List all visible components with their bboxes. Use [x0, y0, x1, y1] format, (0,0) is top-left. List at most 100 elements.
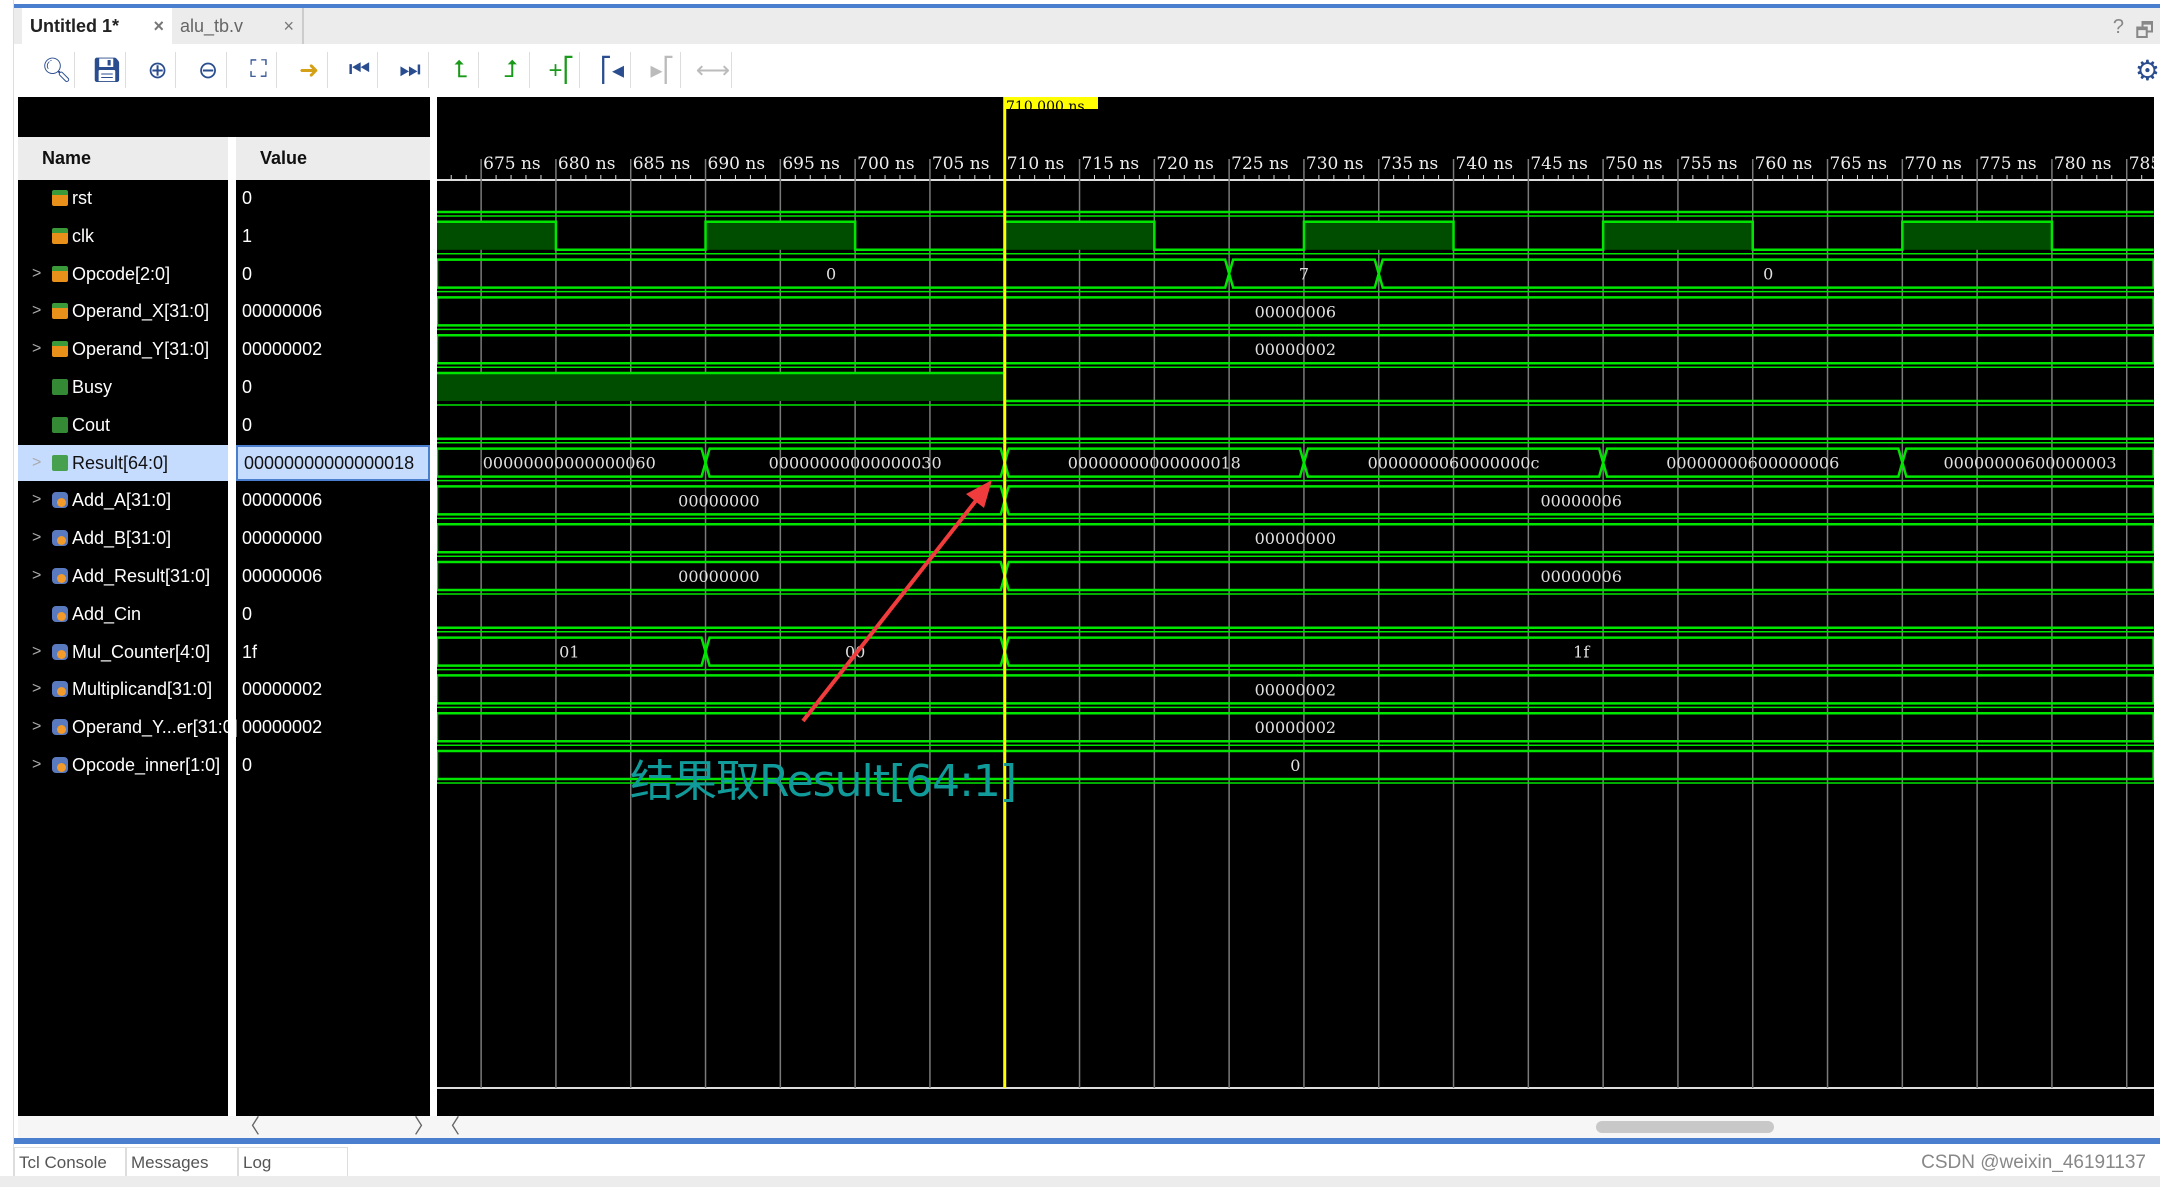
- tab-label: Untitled 1*: [30, 16, 120, 36]
- add-marker-icon[interactable]: +⎡: [544, 52, 580, 88]
- tab-tcl-console[interactable]: Tcl Console: [14, 1147, 126, 1179]
- bus-value: 00000000000000018: [1068, 454, 1241, 473]
- gear-icon[interactable]: ⚙: [2135, 54, 2160, 87]
- zoom-fit-icon[interactable]: ⛶: [241, 52, 277, 88]
- previous-transition-icon[interactable]: ⮤: [443, 52, 479, 88]
- expand-chevron-icon[interactable]: >: [32, 747, 41, 783]
- expand-chevron-icon[interactable]: >: [32, 671, 41, 707]
- expand-chevron-icon[interactable]: >: [32, 558, 41, 594]
- expand-chevron-icon[interactable]: >: [32, 445, 41, 481]
- signal-value[interactable]: 00000006: [236, 482, 430, 518]
- signal-value[interactable]: 0: [236, 256, 430, 292]
- high-fill: [705, 221, 856, 250]
- expand-chevron-icon[interactable]: >: [32, 482, 41, 518]
- output-port-icon: [52, 379, 68, 395]
- pane-divider[interactable]: [430, 97, 437, 1147]
- signal-name-row[interactable]: rst: [18, 180, 228, 216]
- signal-name-row[interactable]: Add_Cin: [18, 596, 228, 632]
- expand-chevron-icon[interactable]: >: [32, 331, 41, 367]
- tick-label: 725 ns: [1231, 154, 1289, 174]
- signal-value[interactable]: 1f: [236, 634, 430, 670]
- signal-value[interactable]: 00000006: [236, 293, 430, 329]
- signal-value[interactable]: 1: [236, 218, 430, 254]
- horizontal-scrollbar[interactable]: 〈 〉 〈: [18, 1116, 2160, 1138]
- toolbar: 🔍︎ 💾︎ ⊕ ⊖ ⛶ ➜ ⏮ ⏭ ⮤ ⮥ +⎡ ⎡◂ ▸⎡ ⟷ ⚙: [14, 44, 2160, 96]
- signal-value[interactable]: 0: [236, 747, 430, 783]
- signal-value[interactable]: 00000000000000018: [236, 444, 430, 481]
- go-to-start-icon[interactable]: ⏮: [342, 52, 378, 88]
- signal-name-row[interactable]: > Result[64:0]: [18, 444, 228, 481]
- tick-label: 770 ns: [1904, 154, 1962, 174]
- watermark: CSDN @weixin_46191137: [1921, 1152, 2146, 1173]
- search-icon[interactable]: 🔍︎: [39, 52, 75, 88]
- signal-name-row[interactable]: > Add_B[31:0]: [18, 520, 228, 556]
- close-icon[interactable]: ×: [283, 8, 294, 44]
- value-column-header[interactable]: Value: [236, 137, 430, 180]
- signal-value[interactable]: 00000002: [236, 331, 430, 367]
- signal-name: Operand_Y...er[31:0]: [72, 717, 238, 738]
- next-transition-icon[interactable]: ⮥: [494, 52, 530, 88]
- tab-log[interactable]: Log: [238, 1147, 348, 1179]
- signal-name-row[interactable]: > Operand_Y...er[31:0]: [18, 709, 238, 745]
- signal-name-row[interactable]: > Opcode[2:0]: [18, 256, 228, 292]
- signal-value[interactable]: 00000002: [236, 709, 430, 745]
- signal-name-row[interactable]: Busy: [18, 369, 228, 405]
- signal-name: Add_A[31:0]: [72, 490, 172, 511]
- signal-value[interactable]: 00000006: [236, 558, 430, 594]
- waveform-canvas[interactable]: 675 ns 680 ns 685 ns 690 ns 695 ns 700 ns 705 …: [437, 97, 2154, 1116]
- signal-value[interactable]: 0: [236, 407, 430, 443]
- zoom-in-icon[interactable]: ⊕: [140, 52, 176, 88]
- tick-label: 765 ns: [1830, 154, 1888, 174]
- signal-name-row[interactable]: clk: [18, 218, 228, 254]
- expand-chevron-icon[interactable]: >: [32, 520, 41, 556]
- close-icon[interactable]: ×: [153, 8, 164, 44]
- expand-chevron-icon[interactable]: >: [32, 256, 41, 292]
- signal-value[interactable]: 0: [236, 369, 430, 405]
- tick-label: 780 ns: [2054, 154, 2112, 174]
- internal-signal-icon: [52, 605, 68, 622]
- scroll-right-icon[interactable]: 〉: [414, 1116, 434, 1138]
- waveform-pane[interactable]: 675 ns 680 ns 685 ns 690 ns 695 ns 700 ns 705 …: [437, 97, 2154, 1116]
- signal-name-row[interactable]: > Multiplicand[31:0]: [18, 671, 228, 707]
- signal-name-row[interactable]: Cout: [18, 407, 228, 443]
- bus-value: 00000002: [1255, 680, 1336, 699]
- signal-name-row[interactable]: > Operand_X[31:0]: [18, 293, 228, 329]
- signal-name-row[interactable]: > Operand_Y[31:0]: [18, 331, 228, 367]
- tab-alu-tb[interactable]: alu_tb.v ×: [172, 8, 304, 44]
- signal-value[interactable]: 00000000: [236, 520, 430, 556]
- tab-messages[interactable]: Messages: [126, 1147, 238, 1179]
- tab-untitled-1[interactable]: Untitled 1* ×: [22, 8, 172, 44]
- tick-label: 755 ns: [1680, 154, 1738, 174]
- zoom-out-icon[interactable]: ⊖: [191, 52, 227, 88]
- signal-value[interactable]: 00000002: [236, 671, 430, 707]
- tick-label: 735 ns: [1381, 154, 1439, 174]
- expand-chevron-icon[interactable]: >: [32, 709, 41, 745]
- tick-label: 700 ns: [857, 154, 915, 174]
- wave-scroll-left-icon[interactable]: 〈: [440, 1116, 460, 1138]
- tick-label: 710 ns: [1007, 154, 1065, 174]
- signal-name-row[interactable]: > Mul_Counter[4:0]: [18, 634, 228, 670]
- signal-name-row[interactable]: > Opcode_inner[1:0]: [18, 747, 228, 783]
- tick-label: 685 ns: [633, 154, 691, 174]
- scrollbar-thumb[interactable]: [1596, 1121, 1774, 1133]
- save-icon[interactable]: 💾︎: [90, 52, 126, 88]
- go-to-cursor-icon[interactable]: ➜: [292, 52, 328, 88]
- expand-chevron-icon[interactable]: >: [32, 634, 41, 670]
- signal-value[interactable]: 0: [236, 180, 430, 216]
- signal-name-row[interactable]: > Add_Result[31:0]: [18, 558, 228, 594]
- help-icon[interactable]: ?: [2113, 16, 2124, 39]
- previous-marker-icon[interactable]: ⎡◂: [595, 52, 631, 88]
- name-column-header[interactable]: Name: [18, 137, 228, 180]
- scroll-left-icon[interactable]: 〈: [240, 1116, 260, 1138]
- tick-label: 680 ns: [558, 154, 616, 174]
- input-port-icon: [52, 303, 68, 320]
- column-divider[interactable]: [228, 137, 236, 1137]
- expand-chevron-icon[interactable]: >: [32, 293, 41, 329]
- bus-value: 00000006: [1540, 491, 1621, 510]
- signal-name: Opcode[2:0]: [72, 263, 171, 284]
- cursor-time-label[interactable]: 710.000 ns: [1004, 97, 1098, 109]
- signal-name-row[interactable]: > Add_A[31:0]: [18, 482, 228, 518]
- tick-label: 695 ns: [782, 154, 840, 174]
- go-to-end-icon[interactable]: ⏭: [393, 52, 429, 88]
- signal-value[interactable]: 0: [236, 596, 430, 632]
